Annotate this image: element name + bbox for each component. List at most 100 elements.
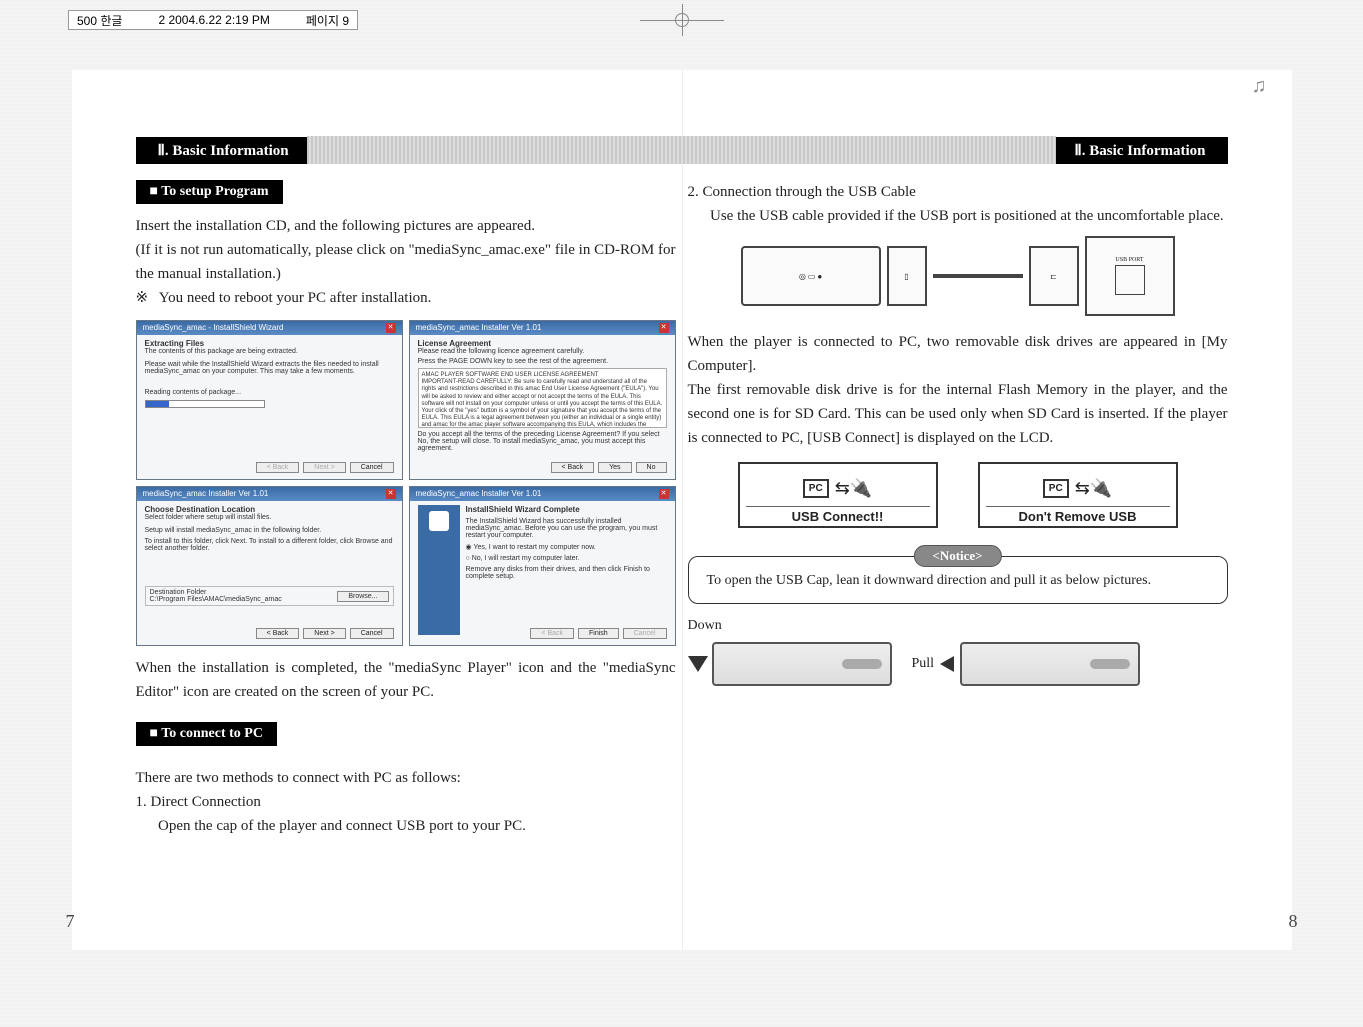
player-device-icon: ◎ ▭ ●	[741, 246, 881, 306]
notice-body: To open the USB Cap, lean it downward di…	[707, 573, 1152, 588]
after-install-text: When the installation is completed, the …	[136, 656, 676, 704]
label-connect-pc: To connect to PC	[136, 722, 277, 746]
screenshot-destination: mediaSync_amac Installer Ver 1.01 ✕ Choos…	[136, 486, 403, 646]
meta-mid: 2 2004.6.22 2:19 PM	[158, 13, 269, 27]
back-button[interactable]: < Back	[256, 628, 300, 639]
cancel-button[interactable]: Cancel	[350, 462, 394, 473]
crop-mark-icon	[652, 12, 712, 28]
left-page-column: To setup Program Insert the installation…	[136, 180, 676, 838]
finish-button[interactable]: Finish	[578, 628, 619, 639]
subheading: Select folder where setup will install f…	[145, 514, 394, 521]
connect-method-1-desc: Open the cap of the player and connect U…	[136, 814, 676, 838]
license-textarea[interactable]: AMAC PLAYER SOFTWARE END USER LICENSE AG…	[418, 368, 667, 428]
usb-icon: ⇆🔌	[835, 478, 873, 499]
label-setup-program: To setup Program	[136, 180, 283, 204]
hint: Press the PAGE DOWN key to see the rest …	[418, 358, 667, 365]
dest-path: C:\Program Files\AMAC\mediaSync_amac	[150, 596, 282, 603]
body1: Setup will install mediaSync_amac in the…	[145, 527, 394, 534]
connect-p1: There are two methods to connect with PC…	[136, 766, 676, 790]
meta-left: 500 한글	[77, 12, 122, 29]
cancel-button[interactable]: Cancel	[350, 628, 394, 639]
arrow-left-icon	[940, 656, 954, 672]
body2: Remove any disks from their drives, and …	[466, 566, 667, 580]
heading: Choose Destination Location	[145, 505, 394, 514]
page-spread: ♫ Ⅱ. Basic Information Ⅱ. Basic Informat…	[72, 70, 1292, 950]
right-page-column: 2. Connection through the USB Cable Use …	[688, 180, 1228, 686]
license-body: IMPORTANT-READ CAREFULLY: Be sure to car…	[422, 379, 663, 428]
lcd-screenshots: PC ⇆🔌 USB Connect!! PC ⇆🔌 Don't Remove U…	[688, 462, 1228, 528]
back-button[interactable]: < Back	[551, 462, 595, 473]
usb-icon: ⇆🔌	[1075, 478, 1113, 499]
lcd-dont-remove: PC ⇆🔌 Don't Remove USB	[978, 462, 1178, 528]
pc-icon: PC	[1043, 479, 1069, 498]
notice-tag: <Notice>	[913, 545, 1001, 567]
accept-question: Do you accept all the terms of the prece…	[418, 431, 667, 452]
usb-port-label: USB PORT	[1115, 257, 1143, 263]
pull-label: Pull	[912, 656, 935, 672]
close-icon[interactable]: ✕	[386, 323, 396, 333]
subheading: Please read the following licence agreem…	[418, 348, 667, 355]
section-header-left: Ⅱ. Basic Information	[136, 137, 307, 164]
back-button: < Back	[530, 628, 574, 639]
status-text: Reading contents of package...	[145, 389, 394, 396]
win-title: mediaSync_amac Installer Ver 1.01	[416, 323, 542, 333]
win-title: mediaSync_amac Installer Ver 1.01	[143, 489, 269, 499]
connect-method-2: 2. Connection through the USB Cable	[688, 180, 1228, 204]
print-meta-bar: 500 한글 2 2004.6.22 2:19 PM 페이지 9	[68, 10, 358, 30]
setup-p1: Insert the installation CD, and the foll…	[136, 214, 676, 238]
back-button: < Back	[256, 462, 300, 473]
lcd-usb-connect: PC ⇆🔌 USB Connect!!	[738, 462, 938, 528]
radio-option-2[interactable]: ○ No, I will restart my computer later.	[466, 555, 667, 562]
no-button[interactable]: No	[636, 462, 667, 473]
yes-button[interactable]: Yes	[598, 462, 631, 473]
notice-box: <Notice> To open the USB Cap, lean it do…	[688, 556, 1228, 604]
installer-screenshots: mediaSync_amac - InstallShield Wizard ✕ E…	[136, 320, 676, 646]
heading: License Agreement	[418, 339, 667, 348]
win-title: mediaSync_amac - InstallShield Wizard	[143, 323, 284, 333]
right-p3: When the player is connected to PC, two …	[688, 330, 1228, 378]
browse-button[interactable]: Browse...	[337, 591, 388, 602]
page-number-left: 7	[66, 911, 75, 932]
win-title: mediaSync_amac Installer Ver 1.01	[416, 489, 542, 499]
next-button[interactable]: Next >	[303, 628, 345, 639]
meta-right: 페이지 9	[306, 12, 349, 29]
body: Please wait while the InstallShield Wiza…	[145, 361, 394, 375]
close-icon[interactable]: ✕	[659, 323, 669, 333]
right-p4: The first removable disk drive is for th…	[688, 378, 1228, 450]
screenshot-license: mediaSync_amac Installer Ver 1.01 ✕ Licen…	[409, 320, 676, 480]
connect-method-1: 1. Direct Connection	[136, 790, 676, 814]
close-icon[interactable]: ✕	[659, 489, 669, 499]
license-title: AMAC PLAYER SOFTWARE END USER LICENSE AG…	[422, 372, 663, 379]
music-note-icon: ♫	[1252, 75, 1282, 105]
radio-option-1[interactable]: ◉ Yes, I want to restart my computer now…	[466, 543, 667, 551]
usb-cable-icon	[933, 274, 1023, 278]
section-header-bar: Ⅱ. Basic Information Ⅱ. Basic Informatio…	[136, 136, 1228, 164]
pc-tower-icon: USB PORT	[1085, 236, 1175, 316]
wizard-side-graphic	[418, 505, 460, 635]
lcd-caption: Don't Remove USB	[986, 506, 1170, 524]
arrow-down-icon	[688, 656, 708, 672]
heading: InstallShield Wizard Complete	[466, 505, 667, 514]
dest-label: Destination Folder	[150, 589, 282, 596]
section-header-right: Ⅱ. Basic Information	[1056, 137, 1227, 164]
note-mark: ※	[136, 290, 149, 306]
usb-connection-figure: ◎ ▭ ● ▯ ⊏ USB PORT	[688, 236, 1228, 316]
screenshot-extracting: mediaSync_amac - InstallShield Wizard ✕ E…	[136, 320, 403, 480]
usb-plug-icon: ▯	[887, 246, 927, 306]
down-label: Down	[688, 618, 1228, 634]
screenshot-complete: mediaSync_amac Installer Ver 1.01 ✕ Insta…	[409, 486, 676, 646]
down-figure: Down Pull	[688, 618, 1228, 686]
device-side-icon	[712, 642, 892, 686]
usb-plug-b-icon: ⊏	[1029, 246, 1079, 306]
box-icon	[429, 511, 449, 531]
next-button: Next >	[303, 462, 345, 473]
heading: Extracting Files	[145, 339, 394, 348]
close-icon[interactable]: ✕	[386, 489, 396, 499]
cancel-button: Cancel	[623, 628, 667, 639]
setup-p3-text: You need to reboot your PC after install…	[159, 290, 432, 306]
connect-method-2-desc: Use the USB cable provided if the USB po…	[688, 204, 1228, 228]
header-texture	[307, 136, 1057, 164]
destination-folder-box: Destination Folder C:\Program Files\AMAC…	[145, 586, 394, 606]
device-side-icon	[960, 642, 1140, 686]
setup-p2: (If it is not run automatically, please …	[136, 238, 676, 286]
